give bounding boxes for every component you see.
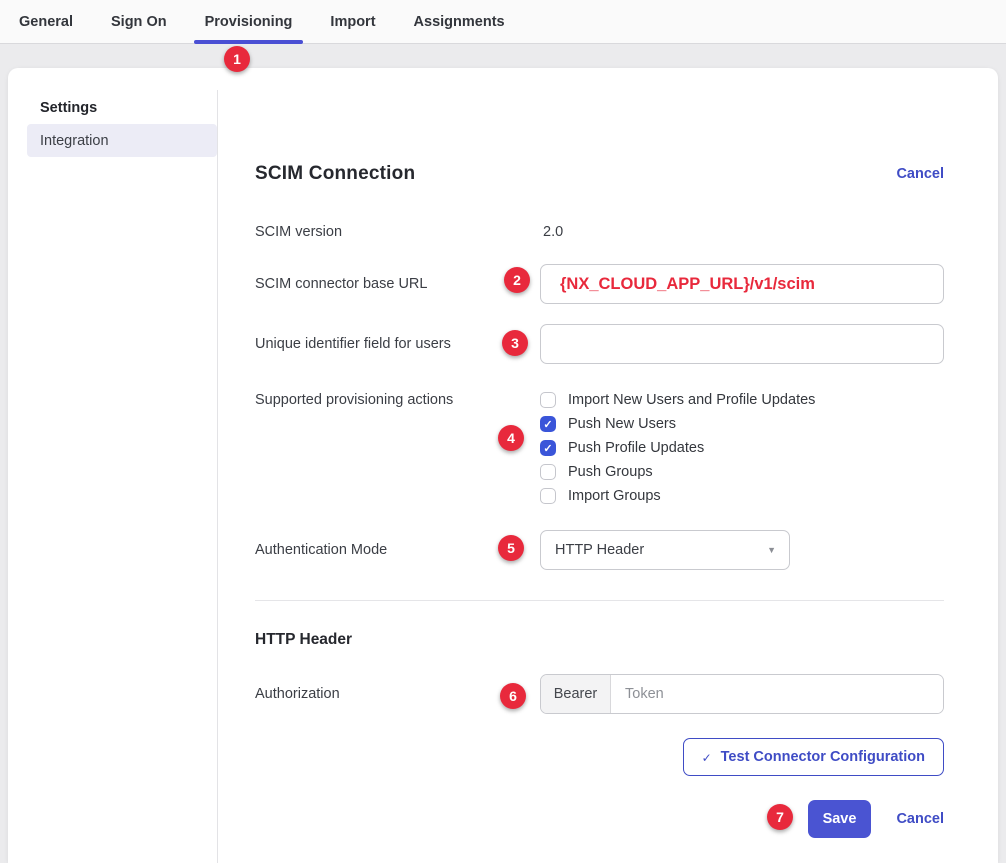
unique-identifier-input[interactable] bbox=[540, 324, 944, 364]
cancel-link-bottom[interactable]: Cancel bbox=[896, 811, 944, 827]
auth-mode-selected-value: HTTP Header bbox=[555, 542, 644, 558]
authorization-input-group: Bearer bbox=[540, 674, 944, 714]
provisioning-actions-list: Import New Users and Profile Updates Pus… bbox=[540, 388, 944, 508]
checkbox-label: Import Groups bbox=[568, 488, 661, 504]
step-badge-4: 4 bbox=[498, 425, 524, 451]
checkbox-icon[interactable] bbox=[540, 392, 556, 408]
auth-mode-select[interactable]: HTTP Header ▼ bbox=[540, 530, 790, 570]
checkbox-icon[interactable] bbox=[540, 440, 556, 456]
token-input[interactable] bbox=[611, 675, 943, 713]
authorization-label: Authorization bbox=[255, 686, 540, 702]
authorization-row: Authorization Bearer bbox=[255, 674, 944, 714]
unique-id-label: Unique identifier field for users bbox=[255, 336, 540, 352]
provisioning-actions-label: Supported provisioning actions bbox=[255, 388, 540, 412]
test-connector-configuration-label: Test Connector Configuration bbox=[721, 749, 925, 765]
page-title: SCIM Connection bbox=[255, 163, 415, 185]
http-header-section-heading: HTTP Header bbox=[255, 631, 944, 651]
sidebar-item-integration[interactable]: Integration bbox=[27, 124, 217, 157]
sidebar: Settings Integration bbox=[8, 90, 218, 863]
unique-id-row: Unique identifier field for users bbox=[255, 324, 944, 364]
tab-sign-on[interactable]: Sign On bbox=[92, 0, 186, 43]
save-button[interactable]: Save bbox=[808, 800, 872, 838]
cancel-link-top[interactable]: Cancel bbox=[896, 166, 944, 182]
step-badge-7: 7 bbox=[767, 804, 793, 830]
checkbox-label: Import New Users and Profile Updates bbox=[568, 392, 815, 408]
checkbox-row-import-groups[interactable]: Import Groups bbox=[540, 484, 944, 508]
base-url-row: SCIM connector base URL bbox=[255, 264, 944, 304]
checkbox-row-push-new-users[interactable]: Push New Users bbox=[540, 412, 944, 436]
section-divider bbox=[255, 600, 944, 601]
checkbox-row-push-profile-updates[interactable]: Push Profile Updates bbox=[540, 436, 944, 460]
checkbox-icon[interactable] bbox=[540, 464, 556, 480]
tab-import[interactable]: Import bbox=[311, 0, 394, 43]
app-tab-bar: General Sign On Provisioning Import Assi… bbox=[0, 0, 1006, 44]
checkbox-row-import-new-users[interactable]: Import New Users and Profile Updates bbox=[540, 388, 944, 412]
chevron-down-icon: ▼ bbox=[767, 545, 776, 555]
auth-mode-row: Authentication Mode HTTP Header ▼ bbox=[255, 530, 944, 570]
checkbox-label: Push Groups bbox=[568, 464, 653, 480]
provisioning-actions-row: Supported provisioning actions Import Ne… bbox=[255, 388, 944, 508]
sidebar-heading: Settings bbox=[40, 100, 217, 116]
step-badge-5: 5 bbox=[498, 535, 524, 561]
base-url-label: SCIM connector base URL bbox=[255, 276, 540, 292]
settings-card: Settings Integration SCIM Connection Can… bbox=[8, 68, 998, 863]
checkbox-label: Push Profile Updates bbox=[568, 440, 704, 456]
check-icon: ✓ bbox=[702, 751, 712, 765]
tab-assignments[interactable]: Assignments bbox=[395, 0, 524, 43]
scim-version-value: 2.0 bbox=[540, 224, 944, 240]
scim-version-label: SCIM version bbox=[255, 224, 540, 240]
step-badge-6: 6 bbox=[500, 683, 526, 709]
tab-general[interactable]: General bbox=[0, 0, 92, 43]
checkbox-icon[interactable] bbox=[540, 488, 556, 504]
checkbox-row-push-groups[interactable]: Push Groups bbox=[540, 460, 944, 484]
test-connector-configuration-button[interactable]: ✓ Test Connector Configuration bbox=[683, 738, 944, 776]
base-url-input[interactable] bbox=[540, 264, 944, 304]
scim-version-row: SCIM version 2.0 bbox=[255, 220, 944, 244]
checkbox-label: Push New Users bbox=[568, 416, 676, 432]
tab-provisioning[interactable]: Provisioning bbox=[186, 0, 312, 43]
step-badge-3: 3 bbox=[502, 330, 528, 356]
checkbox-icon[interactable] bbox=[540, 416, 556, 432]
step-badge-2: 2 bbox=[504, 267, 530, 293]
bearer-prefix-label: Bearer bbox=[541, 675, 611, 713]
step-badge-1: 1 bbox=[224, 46, 250, 72]
main-content: SCIM Connection Cancel SCIM version 2.0 … bbox=[218, 68, 998, 863]
